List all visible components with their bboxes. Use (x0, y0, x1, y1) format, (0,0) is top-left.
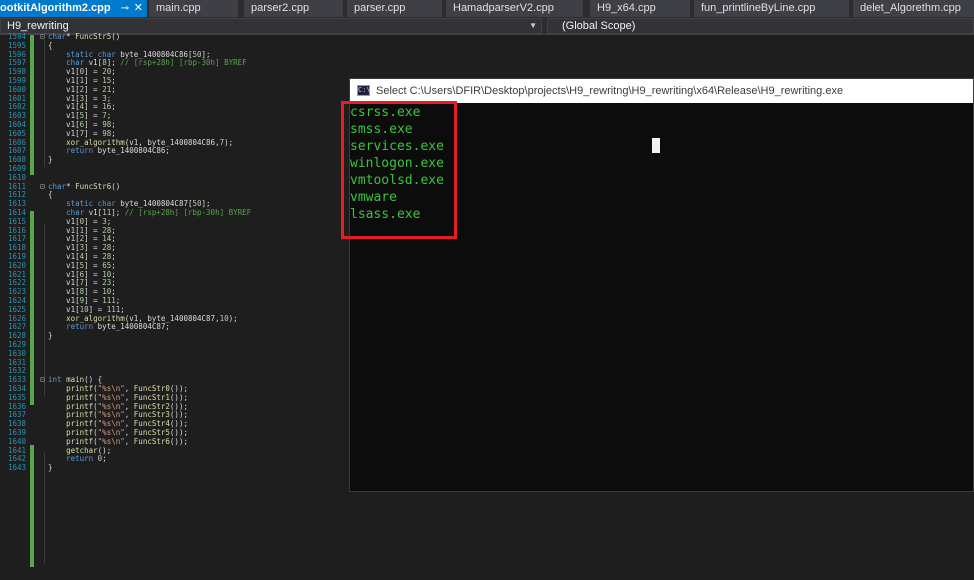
tab-fun-printlinebyline-cpp[interactable]: fun_printlineByLine.cpp (694, 0, 849, 17)
tab-label: H9_x64.cpp (597, 2, 656, 14)
console-app-icon: C:\ (357, 85, 371, 96)
tab-rootkit-algorithm2[interactable]: ootkitAlgorithm2.cpp ⊸ ✕ (0, 0, 147, 17)
project-name: H9_rewriting (7, 20, 69, 32)
tab-label: parser2.cpp (251, 2, 310, 14)
console-title-bar[interactable]: C:\ Select C:\Users\DFIR\Desktop\project… (350, 79, 973, 103)
chevron-down-icon: ▼ (529, 21, 537, 30)
code-text: char* FuncStr5() (48, 32, 121, 41)
code-text: char* FuncStr6() (48, 181, 121, 191)
fold-minus-icon[interactable]: ⊟ (40, 182, 45, 192)
highlight-box (341, 101, 457, 239)
code-text: return byte_1400804C86; (66, 146, 170, 156)
code-text: } (48, 331, 53, 341)
line-number: 1643 (7, 463, 26, 473)
tab-hamadparserv2-cpp[interactable]: HamadparserV2.cpp (446, 0, 583, 17)
console-title: Select C:\Users\DFIR\Desktop\projects\H9… (376, 85, 844, 97)
tab-label: main.cpp (156, 2, 201, 14)
text-cursor (652, 138, 660, 153)
tab-label: fun_printlineByLine.cpp (701, 2, 816, 14)
tab-label: HamadparserV2.cpp (453, 2, 554, 14)
tab-parser-cpp[interactable]: parser.cpp (347, 0, 442, 17)
code-text: } (48, 155, 53, 165)
document-tab-bar: ootkitAlgorithm2.cpp ⊸ ✕ main.cpp parser… (0, 0, 974, 18)
code-text: return byte_1400804C87; (66, 322, 170, 332)
code-text: return 0; (66, 454, 107, 464)
tab-main-cpp[interactable]: main.cpp (149, 0, 238, 17)
code-line[interactable]: 1597 char v1[8]; // [rsp+28h] [rbp-30h] … (0, 58, 974, 68)
tab-label: parser.cpp (354, 2, 406, 14)
tab-h9-x64-cpp[interactable]: H9_x64.cpp (590, 0, 690, 17)
tab-delet-algorethm-cpp[interactable]: delet_Algorethm.cpp (853, 0, 974, 17)
tab-label: delet_Algorethm.cpp (860, 2, 961, 14)
code-text: } (48, 463, 53, 473)
scope-name: (Global Scope) (562, 20, 636, 32)
fold-minus-icon[interactable]: ⊟ (40, 375, 45, 385)
fold-minus-icon[interactable]: ⊟ (40, 32, 45, 42)
tab-parser2-cpp[interactable]: parser2.cpp (244, 0, 343, 17)
code-line[interactable]: 1598 v1[0] = 20; (0, 67, 974, 77)
code-line[interactable]: 1594 ⊟ char* FuncStr5() (0, 32, 974, 42)
scope-dropdown[interactable]: (Global Scope) (547, 18, 974, 34)
pin-icon[interactable]: ⊸ (121, 0, 129, 17)
close-icon[interactable]: ✕ (134, 0, 143, 17)
tab-label: ootkitAlgorithm2.cpp (0, 2, 111, 14)
